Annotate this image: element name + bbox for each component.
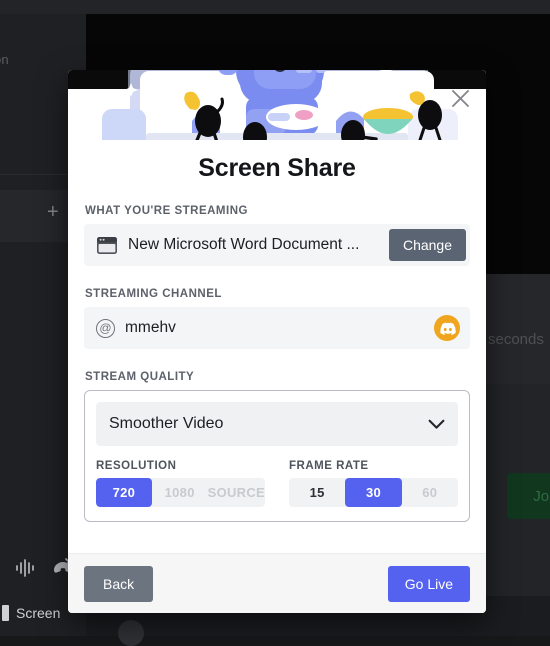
resolution-segmented-control: 720 1080 SOURCE (96, 478, 265, 507)
hero-illustration (68, 70, 486, 140)
quality-preset-select[interactable]: Smoother Video (96, 402, 458, 446)
back-button[interactable]: Back (84, 566, 153, 602)
dialog-footer: Back Go Live (68, 553, 486, 613)
background-join-button[interactable]: Join (507, 473, 550, 519)
streaming-source-name: New Microsoft Word Document ... (128, 236, 379, 254)
streaming-channel-name: mmehv (125, 319, 424, 337)
frame-rate-group: FRAME RATE 15 30 60 (289, 460, 458, 507)
background-bottom-avatar (118, 620, 144, 646)
resolution-option-720[interactable]: 720 (96, 478, 152, 507)
background-sidebar-truncated-label: on (0, 52, 74, 67)
soundwave-icon[interactable] (14, 558, 36, 583)
frame-rate-option-30[interactable]: 30 (345, 478, 401, 507)
background-titlebar (0, 0, 550, 14)
screen-share-dialog: Screen Share WHAT YOU'RE STREAMING New M… (68, 70, 486, 613)
discord-screenshare-couch-illustration (68, 70, 486, 140)
frame-rate-title: FRAME RATE (289, 460, 458, 472)
window-icon (96, 236, 118, 255)
screen-share-indicator-icon (2, 605, 9, 621)
streaming-channel-row[interactable]: @ mmehv (84, 307, 470, 349)
background-seconds-text: seconds (488, 331, 544, 348)
channel-section-label: STREAMING CHANNEL (85, 288, 470, 300)
page-title: Screen Share (68, 154, 486, 183)
frame-rate-option-60: 60 (402, 478, 458, 507)
close-icon[interactable] (446, 84, 474, 112)
frame-rate-option-15[interactable]: 15 (289, 478, 345, 507)
dialog-body: WHAT YOU'RE STREAMING New Microsoft Word… (68, 183, 486, 553)
change-button[interactable]: Change (389, 229, 466, 261)
discord-logo-icon (434, 315, 460, 341)
resolution-group: RESOLUTION 720 1080 SOURCE (96, 460, 265, 507)
background-add-button[interactable]: + (47, 202, 59, 222)
quality-options: RESOLUTION 720 1080 SOURCE FRAME RATE 15… (96, 460, 458, 507)
background-screen-label: Screen (16, 605, 60, 621)
stream-quality-box: Smoother Video RESOLUTION 720 1080 SOURC… (84, 390, 470, 522)
quality-preset-value: Smoother Video (109, 415, 428, 433)
streaming-section-label: WHAT YOU'RE STREAMING (85, 205, 470, 217)
go-live-button[interactable]: Go Live (388, 566, 470, 602)
frame-rate-segmented-control: 15 30 60 (289, 478, 458, 507)
quality-section-label: STREAM QUALITY (85, 371, 470, 383)
at-sign-icon: @ (96, 319, 115, 338)
resolution-option-source: SOURCE (208, 478, 265, 507)
streaming-source-row: New Microsoft Word Document ... Change (84, 224, 470, 266)
resolution-option-1080: 1080 (152, 478, 208, 507)
resolution-title: RESOLUTION (96, 460, 265, 472)
chevron-down-icon (428, 419, 445, 430)
